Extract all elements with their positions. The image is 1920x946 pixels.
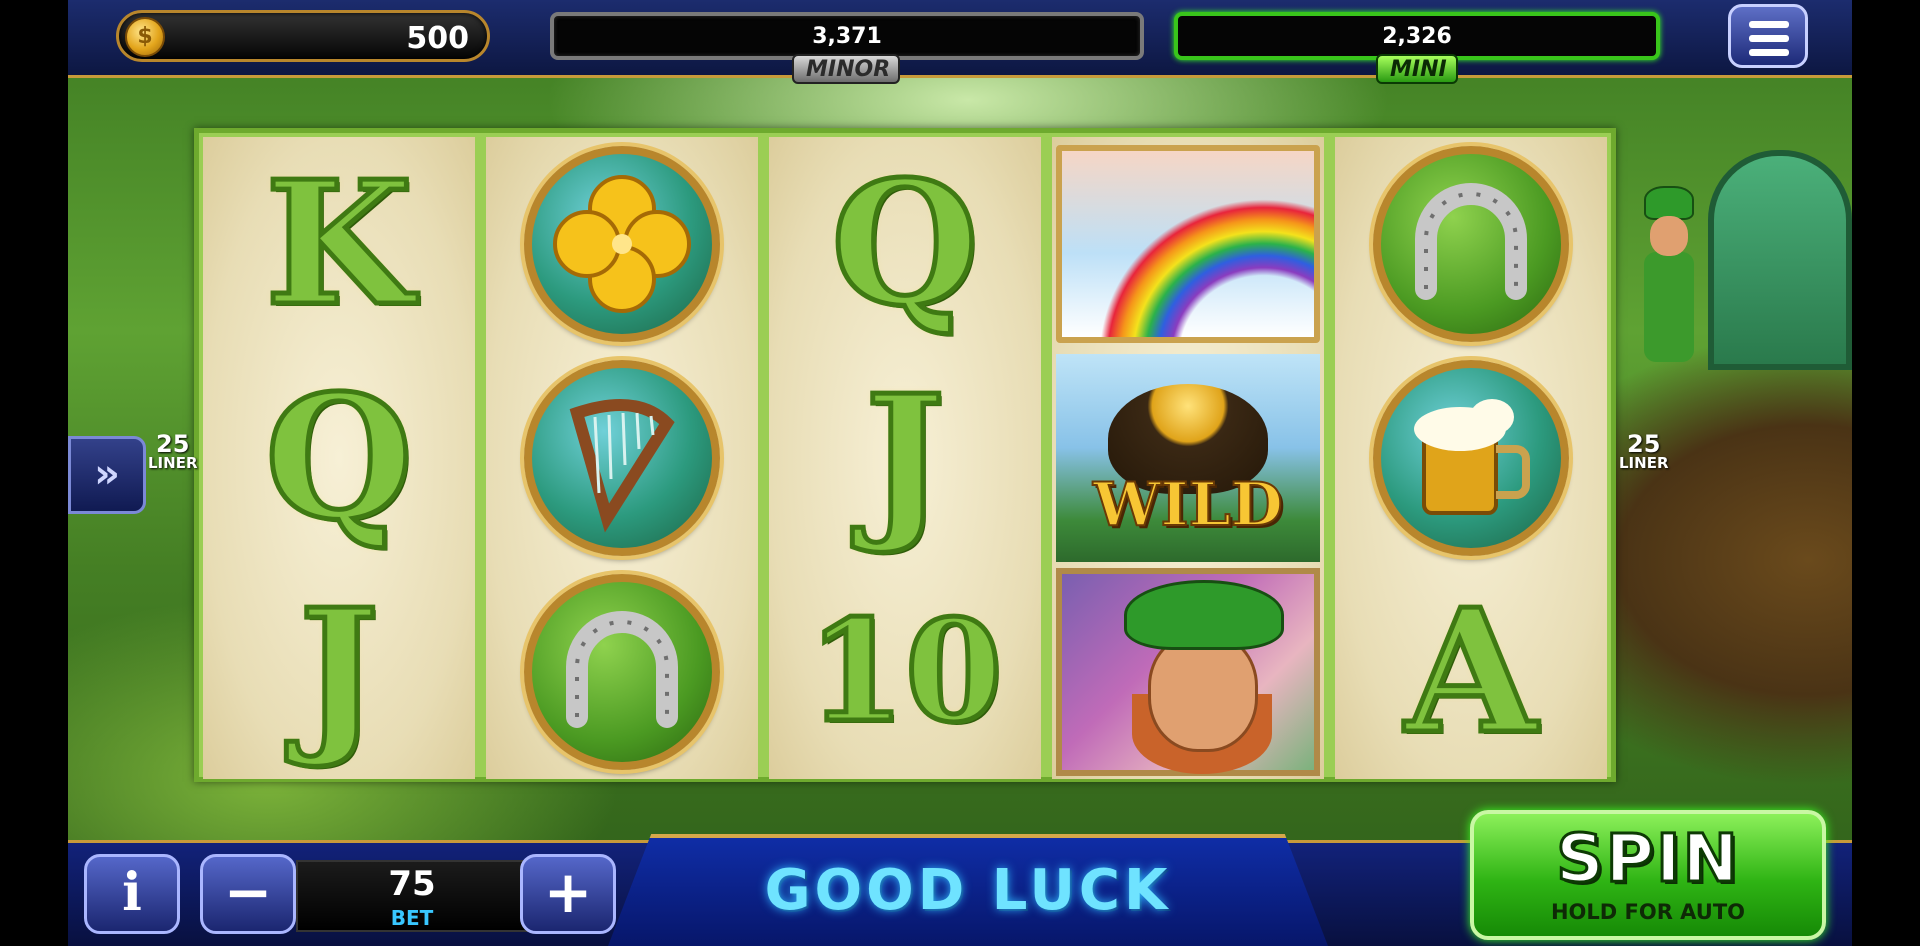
reel-4: WILD xyxy=(1052,137,1324,779)
hamburger-menu-icon[interactable] xyxy=(1728,4,1808,68)
reel-5-cell-2 xyxy=(1335,351,1607,565)
coin-balance: $ 500 xyxy=(116,10,490,62)
game-stage: $ 500 3,371 2,326 MINOR MINI K Q J Q J 10 WILD… xyxy=(68,0,1852,946)
reel-5-cell-1 xyxy=(1335,137,1607,351)
spin-label: SPIN xyxy=(1555,819,1740,899)
minor-jackpot-label: MINOR xyxy=(792,54,900,84)
minor-jackpot-value: 3,371 xyxy=(812,24,882,49)
reel-3-cell-1: Q xyxy=(769,137,1041,351)
horseshoe-icon xyxy=(1373,146,1569,342)
spin-hold-hint: HOLD FOR AUTO xyxy=(1550,900,1746,924)
golden-clover-icon xyxy=(524,146,720,342)
reel-4-cell-1 xyxy=(1052,137,1324,351)
mini-jackpot: 2,326 xyxy=(1174,12,1660,60)
spin-button[interactable]: SPIN HOLD FOR AUTO xyxy=(1470,810,1826,940)
leprechaun-mascot xyxy=(1636,186,1702,366)
reel-1-cell-3: J xyxy=(203,565,475,779)
mini-jackpot-value: 2,326 xyxy=(1382,24,1452,49)
leprechaun-icon xyxy=(1056,568,1320,776)
reel-3-cell-2: J xyxy=(769,351,1041,565)
letter-symbol: Q xyxy=(828,144,981,344)
letter-symbol: J xyxy=(862,358,947,558)
side-panel-arrow-button[interactable]: » xyxy=(68,436,146,514)
tree-house-door xyxy=(1708,150,1852,370)
reel-1-cell-1: K xyxy=(203,137,475,351)
minor-jackpot: 3,371 xyxy=(550,12,1144,60)
reel-2-cell-3 xyxy=(486,565,758,779)
letter-symbol: 10 xyxy=(805,590,1005,754)
reel-grid: K Q J Q J 10 WILD A xyxy=(194,128,1616,782)
info-button[interactable]: i xyxy=(84,854,180,934)
beer-mug-icon xyxy=(1373,360,1569,556)
rainbow-icon xyxy=(1056,145,1320,343)
decrease-bet-button[interactable]: − xyxy=(200,854,296,934)
paylines-indicator-right: 25 LINER xyxy=(1619,432,1669,471)
wild-label: WILD xyxy=(1092,469,1284,541)
paylines-count: 25 xyxy=(156,430,190,458)
dollar-coin-icon: $ xyxy=(125,17,165,57)
bet-label: BET xyxy=(390,906,434,930)
wild-symbol: WILD xyxy=(1056,354,1320,562)
bet-value: 75 xyxy=(388,864,436,904)
reel-4-cell-3 xyxy=(1052,565,1324,779)
reel-3: Q J 10 xyxy=(769,137,1041,779)
reel-5-cell-3: A xyxy=(1335,565,1607,779)
mini-jackpot-label: MINI xyxy=(1376,54,1458,84)
status-message: GOOD LUCK xyxy=(764,858,1172,923)
paylines-label: LINER xyxy=(1619,454,1669,472)
increase-bet-button[interactable]: + xyxy=(520,854,616,934)
reel-1: KQJ xyxy=(203,137,475,779)
letter-symbol: Q xyxy=(262,358,415,558)
paylines-indicator-left: 25 LINER xyxy=(148,432,198,471)
reel-3-cell-3: 10 xyxy=(769,565,1041,779)
paylines-count: 25 xyxy=(1627,430,1661,458)
reel-5: A xyxy=(1335,137,1607,779)
reel-2-cell-2 xyxy=(486,351,758,565)
letter-symbol: A xyxy=(1403,572,1540,772)
coin-balance-value: 500 xyxy=(406,21,469,56)
reel-4-cell-2: WILD xyxy=(1052,351,1324,565)
reel-2 xyxy=(486,137,758,779)
reel-2-cell-1 xyxy=(486,137,758,351)
paylines-label: LINER xyxy=(148,454,198,472)
top-bar: $ 500 3,371 2,326 xyxy=(68,0,1852,78)
harp-icon xyxy=(524,360,720,556)
reel-1-cell-2: Q xyxy=(203,351,475,565)
letter-symbol: J xyxy=(296,572,381,772)
horseshoe-icon xyxy=(524,574,720,770)
letter-symbol: K xyxy=(263,144,416,344)
bet-display: 75 BET xyxy=(296,860,528,932)
